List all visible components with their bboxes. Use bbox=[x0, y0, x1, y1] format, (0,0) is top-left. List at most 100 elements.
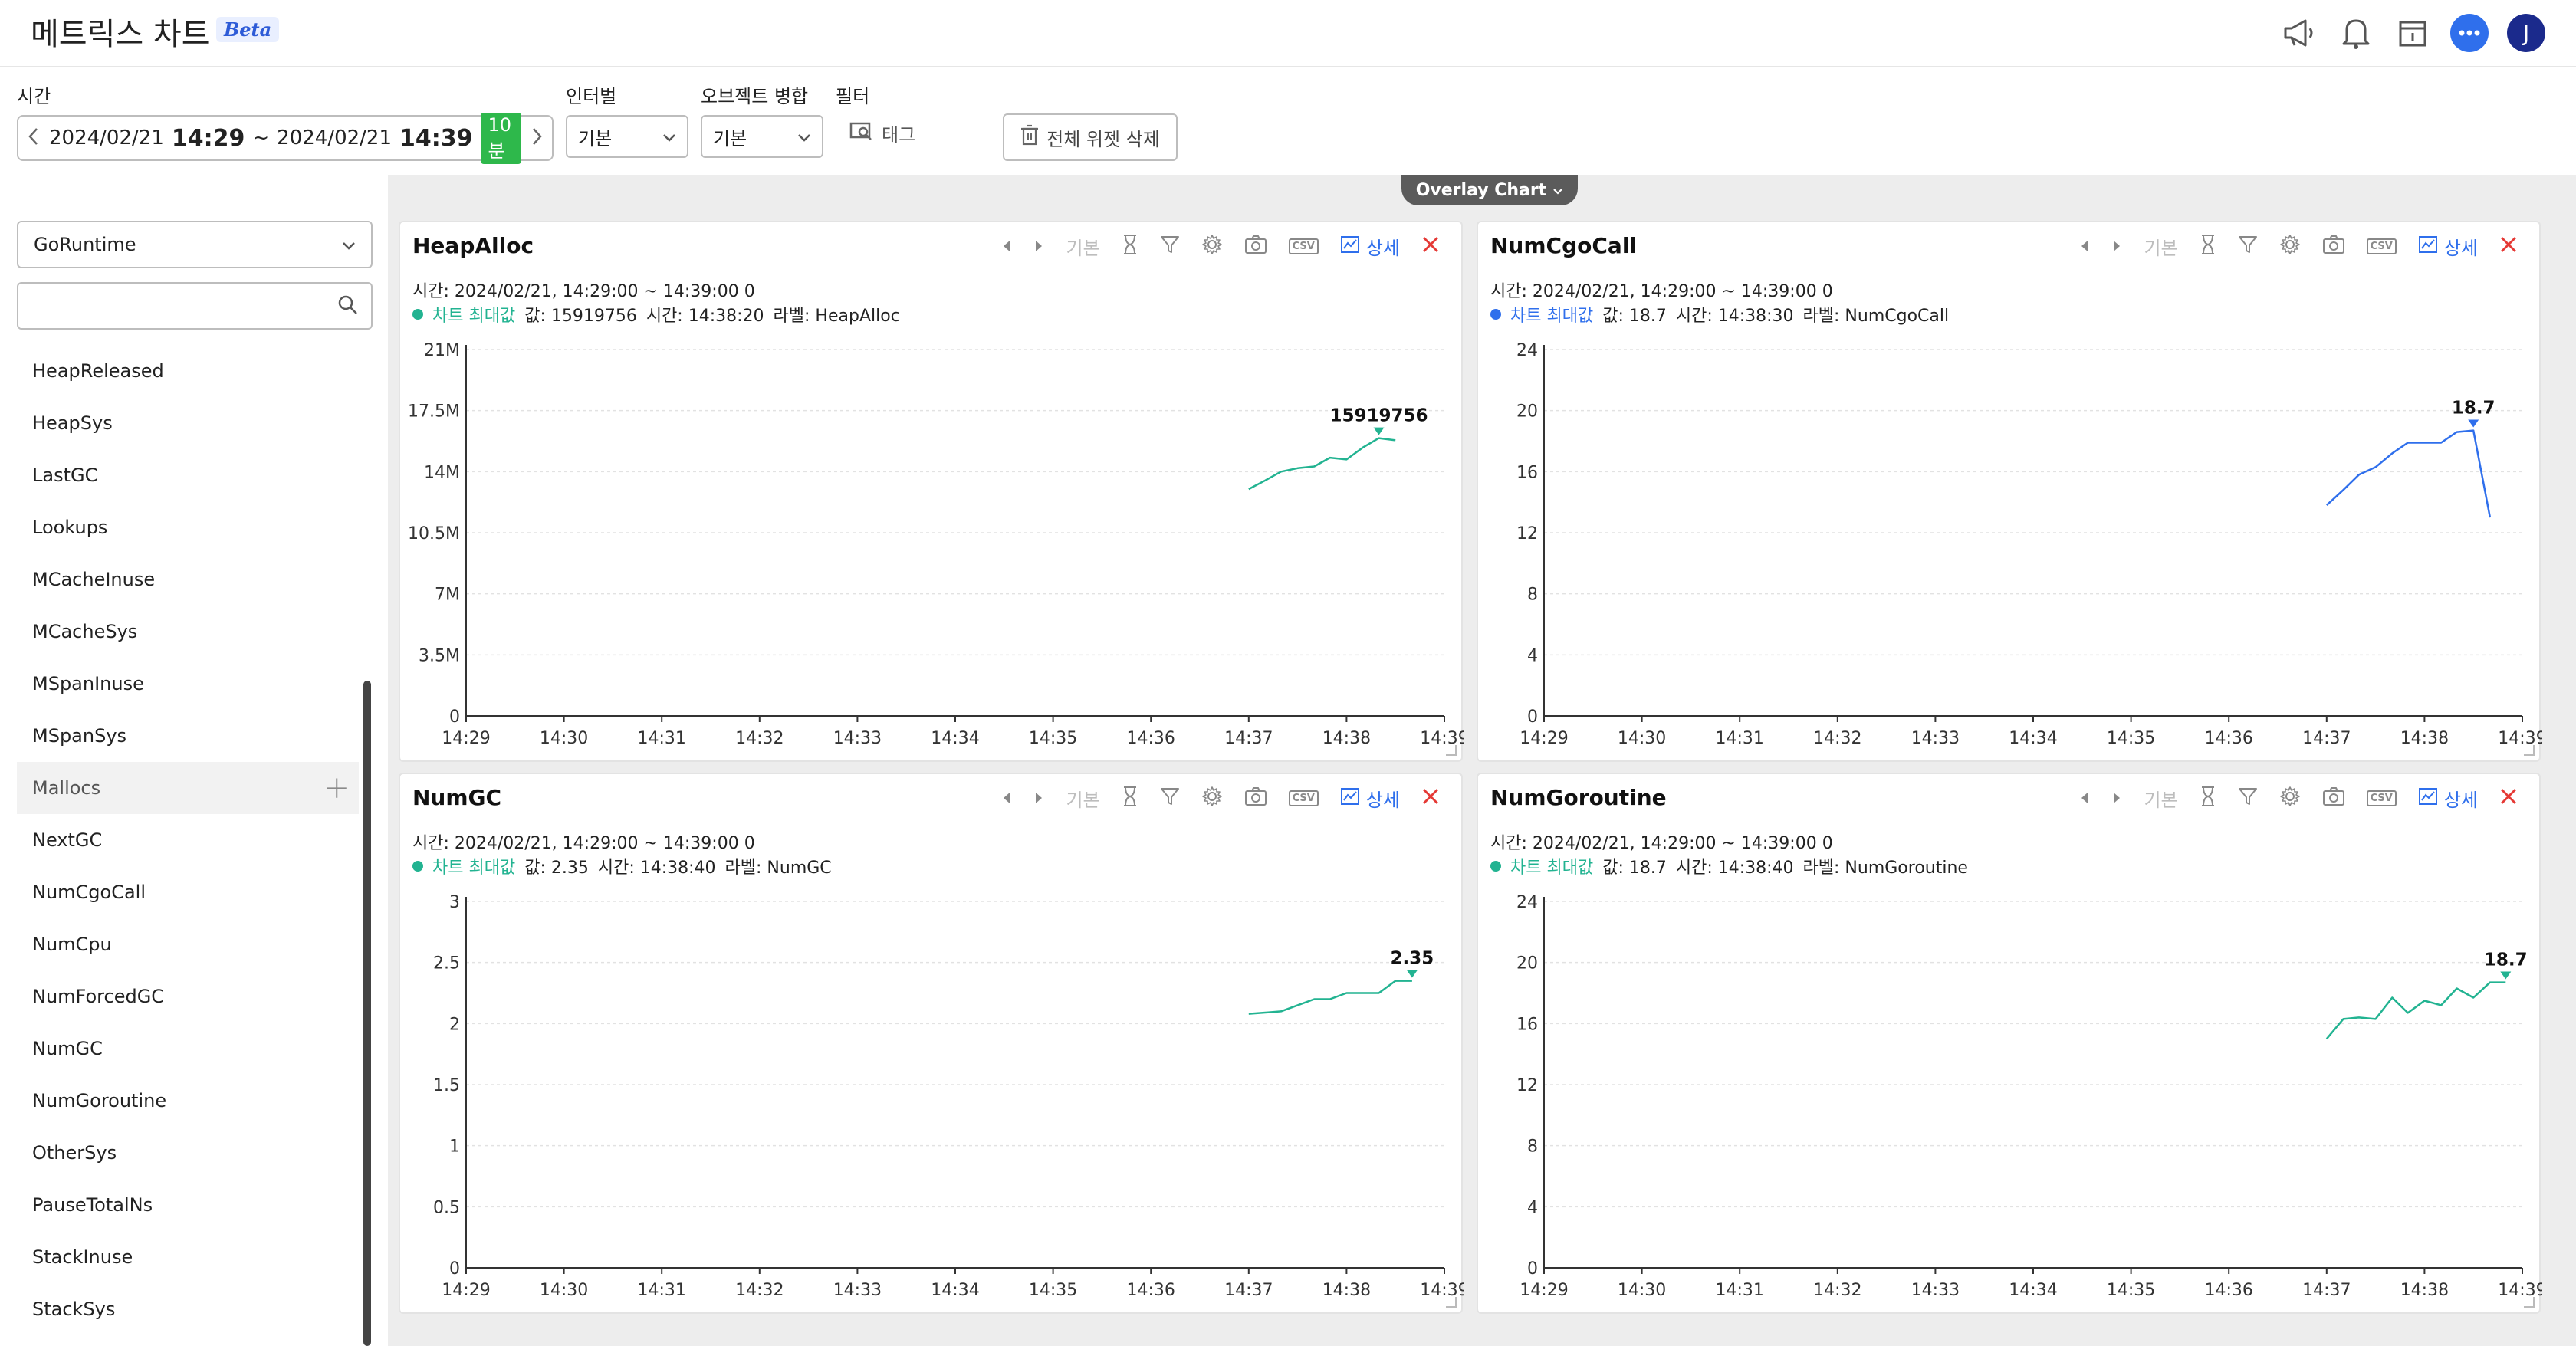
hourglass-icon[interactable] bbox=[2200, 234, 2216, 260]
close-icon[interactable] bbox=[2499, 787, 2518, 810]
hourglass-icon[interactable] bbox=[1122, 786, 1138, 812]
sidebar-item-numforcedgc[interactable]: NumForcedGC bbox=[17, 970, 359, 1023]
sidebar-item-mallocs[interactable]: Mallocs + bbox=[17, 762, 359, 814]
y-tick-label: 0 bbox=[1527, 1259, 1538, 1279]
csv-icon[interactable]: CSV bbox=[1288, 790, 1319, 806]
gear-icon[interactable] bbox=[1201, 234, 1223, 260]
sidebar-item-mcachesys[interactable]: MCacheSys bbox=[17, 606, 359, 658]
end-time: 14:39 bbox=[399, 124, 473, 152]
merge-select[interactable]: 기본 bbox=[701, 115, 823, 158]
next-icon[interactable] bbox=[2111, 788, 2122, 809]
next-icon[interactable] bbox=[1033, 236, 1044, 258]
range-badge[interactable]: 10분 bbox=[480, 112, 521, 164]
hourglass-icon[interactable] bbox=[2200, 786, 2216, 812]
interval-select[interactable]: 기본 bbox=[566, 115, 688, 158]
resize-handle[interactable] bbox=[2524, 1297, 2535, 1308]
sidebar-item-mcacheinuse[interactable]: MCacheInuse bbox=[17, 553, 359, 606]
more-icon[interactable] bbox=[2450, 14, 2489, 52]
delete-all-widgets-button[interactable]: 전체 위젯 삭제 bbox=[1003, 113, 1178, 161]
megaphone-icon[interactable] bbox=[2280, 14, 2318, 52]
csv-icon[interactable]: CSV bbox=[2366, 238, 2397, 254]
next-icon[interactable] bbox=[2111, 236, 2122, 258]
sidebar-item-label: OtherSys bbox=[32, 1142, 117, 1164]
prev-icon[interactable] bbox=[2079, 788, 2090, 809]
tag-filter-button[interactable]: 태그 bbox=[849, 120, 915, 146]
sidebar-scrollbar[interactable] bbox=[363, 681, 371, 1346]
detail-button[interactable]: 상세 bbox=[2418, 785, 2478, 812]
mode-label[interactable]: 기본 bbox=[1066, 785, 1099, 812]
camera-icon[interactable] bbox=[2322, 235, 2345, 259]
category-select[interactable]: GoRuntime bbox=[17, 221, 373, 268]
sidebar-item-stacksys[interactable]: StackSys bbox=[17, 1283, 359, 1335]
resize-handle[interactable] bbox=[1446, 1297, 1457, 1308]
mode-label[interactable]: 기본 bbox=[2144, 233, 2177, 260]
search-icon[interactable] bbox=[337, 294, 359, 319]
resize-handle[interactable] bbox=[1446, 745, 1457, 756]
mode-label[interactable]: 기본 bbox=[2144, 785, 2177, 812]
gear-icon[interactable] bbox=[2279, 234, 2301, 260]
hourglass-icon[interactable] bbox=[1122, 234, 1138, 260]
prev-icon[interactable] bbox=[1001, 236, 1012, 258]
chart-plot-area[interactable]: 0 0.5 1 1.5 2 2.5 3 14:29 14:30 14:31 14:32 14:33 14… bbox=[400, 881, 1469, 1315]
filter-icon[interactable] bbox=[1160, 786, 1180, 811]
gear-icon[interactable] bbox=[2279, 786, 2301, 812]
chart-time-info: 시간: 2024/02/21, 14:29:00 ~ 14:39:00 0 bbox=[1490, 834, 1833, 853]
detail-button[interactable]: 상세 bbox=[2418, 233, 2478, 260]
sidebar-item-nextgc[interactable]: NextGC bbox=[17, 814, 359, 866]
chart-toolbar: 기본 CSV 상세 bbox=[1001, 233, 1440, 260]
chart-widget-numgoroutine[interactable]: NumGoroutine 기본 CSV 상세 시간: 2024/02/21, 14:29… bbox=[1477, 773, 2547, 1315]
chart-plot-area[interactable]: 0 3.5M 7M 10.5M 14M 17.5M 21M 14:29 14:30 14:31 14… bbox=[400, 330, 1469, 763]
sidebar-item-heapsys[interactable]: HeapSys bbox=[17, 397, 359, 449]
chart-plot-area[interactable]: 0 4 8 12 16 20 24 14:29 14:30 14:31 14:32 14:33 14:3… bbox=[1478, 881, 2547, 1315]
prev-icon[interactable] bbox=[1001, 788, 1012, 809]
sidebar-item-heapreleased[interactable]: HeapReleased bbox=[17, 345, 359, 397]
sidebar-item-numcgocall[interactable]: NumCgoCall bbox=[17, 866, 359, 918]
sidebar-item-numgoroutine[interactable]: NumGoroutine bbox=[17, 1075, 359, 1127]
time-range-picker[interactable]: 2024/02/21 14:29 ~ 2024/02/21 14:39 10분 bbox=[17, 112, 554, 164]
filter-icon[interactable] bbox=[2238, 235, 2258, 259]
sidebar-item-numgc[interactable]: NumGC bbox=[17, 1023, 359, 1075]
filter-icon[interactable] bbox=[2238, 786, 2258, 811]
detail-button[interactable]: 상세 bbox=[1340, 233, 1400, 260]
resize-handle[interactable] bbox=[2524, 745, 2535, 756]
close-icon[interactable] bbox=[1421, 787, 1440, 810]
sidebar-item-lastgc[interactable]: LastGC bbox=[17, 449, 359, 501]
bell-icon[interactable] bbox=[2337, 14, 2375, 52]
mode-label[interactable]: 기본 bbox=[1066, 233, 1099, 260]
sidebar-item-label: NumGoroutine bbox=[32, 1090, 167, 1111]
sidebar-item-stackinuse[interactable]: StackInuse bbox=[17, 1231, 359, 1283]
sidebar-item-numcpu[interactable]: NumCpu bbox=[17, 918, 359, 970]
gear-icon[interactable] bbox=[1201, 786, 1223, 812]
x-tick-label: 14:33 bbox=[833, 729, 882, 748]
overlay-chart-toggle[interactable]: Overlay Chart bbox=[1401, 175, 1578, 205]
sidebar-item-pausetotalns[interactable]: PauseTotalNs bbox=[17, 1179, 359, 1231]
metric-search-input[interactable] bbox=[17, 282, 373, 330]
legend-series: 차트 최대값 bbox=[432, 858, 516, 878]
y-tick-label: 2 bbox=[449, 1015, 460, 1034]
camera-icon[interactable] bbox=[2322, 786, 2345, 811]
csv-icon[interactable]: CSV bbox=[2366, 790, 2397, 806]
sidebar-item-lookups[interactable]: Lookups bbox=[17, 501, 359, 553]
chevron-right-icon[interactable] bbox=[529, 126, 544, 149]
csv-icon[interactable]: CSV bbox=[1288, 238, 1319, 254]
y-tick-label: 3 bbox=[449, 893, 460, 912]
chart-widget-numcgocall[interactable]: NumCgoCall 기본 CSV 상세 시간: 2024/02/21, 14:29:0… bbox=[1477, 221, 2547, 763]
next-icon[interactable] bbox=[1033, 788, 1044, 809]
add-metric-icon[interactable]: + bbox=[324, 762, 350, 814]
detail-button[interactable]: 상세 bbox=[1340, 785, 1400, 812]
filter-icon[interactable] bbox=[1160, 235, 1180, 259]
camera-icon[interactable] bbox=[1244, 235, 1267, 259]
sidebar-item-mspaninuse[interactable]: MSpanInuse bbox=[17, 658, 359, 710]
avatar[interactable]: J bbox=[2507, 14, 2545, 52]
chevron-left-icon[interactable] bbox=[26, 126, 41, 149]
close-icon[interactable] bbox=[1421, 235, 1440, 258]
sidebar-item-othersys[interactable]: OtherSys bbox=[17, 1127, 359, 1179]
chart-widget-heapalloc[interactable]: HeapAlloc 기본 CSV 상세 시간: 2024/02/21, 14:29:00… bbox=[399, 221, 1469, 763]
sidebar-item-mspansys[interactable]: MSpanSys bbox=[17, 710, 359, 762]
prev-icon[interactable] bbox=[2079, 236, 2090, 258]
calendar-icon[interactable] bbox=[2394, 14, 2432, 52]
chart-widget-numgc[interactable]: NumGC 기본 CSV 상세 시간: 2024/02/21, 14:29:00 ~ 1… bbox=[399, 773, 1469, 1315]
close-icon[interactable] bbox=[2499, 235, 2518, 258]
chart-plot-area[interactable]: 0 4 8 12 16 20 24 14:29 14:30 14:31 14:32 14:33 14:3… bbox=[1478, 330, 2547, 763]
camera-icon[interactable] bbox=[1244, 786, 1267, 811]
